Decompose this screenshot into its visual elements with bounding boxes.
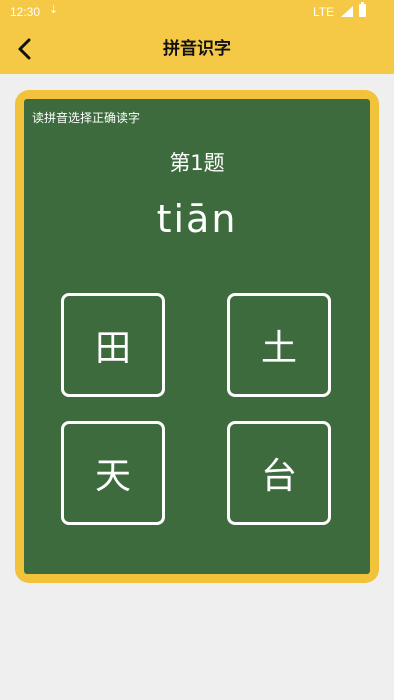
option-button-1[interactable]: 田 bbox=[61, 293, 165, 397]
question-number: 第1题 bbox=[169, 151, 225, 175]
board-frame: 读拼音选择正确读字 第1题 tiān 田 土 天 台 bbox=[15, 90, 379, 583]
signal-icon bbox=[341, 6, 353, 17]
status-bar: 12:30 ⇣ LTE bbox=[0, 0, 394, 24]
status-time: 12:30 bbox=[10, 5, 41, 19]
chalkboard: 读拼音选择正确读字 第1题 tiān 田 土 天 台 bbox=[24, 99, 370, 574]
download-icon: ⇣ bbox=[49, 4, 59, 16]
option-button-4[interactable]: 台 bbox=[227, 421, 331, 525]
battery-icon bbox=[359, 2, 366, 17]
instruction-text: 读拼音选择正确读字 bbox=[32, 111, 141, 125]
status-network: LTE bbox=[313, 5, 335, 19]
option-button-2[interactable]: 土 bbox=[227, 293, 331, 397]
chevron-left-icon bbox=[18, 38, 31, 60]
option-button-3[interactable]: 天 bbox=[61, 421, 165, 525]
app-bar: 拼音识字 bbox=[0, 24, 394, 74]
page-title: 拼音识字 bbox=[163, 39, 231, 59]
back-button[interactable] bbox=[10, 34, 40, 64]
pinyin-prompt: tiān bbox=[156, 197, 238, 241]
